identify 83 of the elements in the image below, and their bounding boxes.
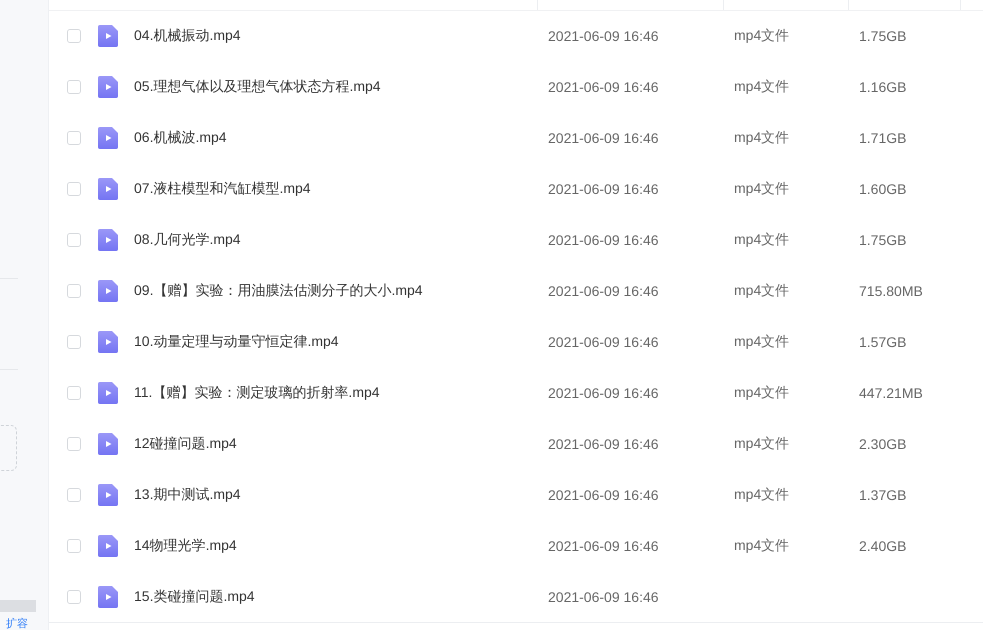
file-type: mp4文件 — [733, 486, 790, 504]
file-size: 1.75GB — [858, 28, 906, 44]
file-size: 1.57GB — [858, 334, 906, 350]
file-type: mp4文件 — [733, 537, 790, 555]
file-row[interactable]: 13.期中测试.mp4 2021-06-09 16:46 mp4文件 1.37GB — [49, 470, 983, 521]
file-type: mp4文件 — [733, 180, 790, 198]
video-file-icon — [98, 280, 118, 302]
file-type: mp4文件 — [733, 435, 790, 453]
modified-time: 2021-06-09 16:46 — [547, 28, 659, 44]
file-name: 11.【赠】实验：测定玻璃的折射率.mp4 — [134, 384, 380, 402]
file-name: 15.类碰撞问题.mp4 — [134, 588, 255, 606]
file-row[interactable]: 09.【赠】实验：用油膜法估测分子的大小.mp4 2021-06-09 16:46 mp4文件 715.80MB — [49, 266, 983, 317]
checkbox[interactable] — [67, 80, 81, 94]
checkbox[interactable] — [67, 182, 81, 196]
file-size: 715.80MB — [858, 283, 923, 299]
expand-link[interactable]: 扩容 — [0, 618, 48, 630]
video-file-icon — [98, 127, 118, 149]
file-name: 12碰撞问题.mp4 — [134, 435, 237, 453]
file-name: 10.动量定理与动量守恒定律.mp4 — [134, 333, 339, 351]
video-file-icon — [98, 76, 118, 98]
video-file-icon — [98, 433, 118, 455]
file-size: 447.21MB — [858, 385, 923, 401]
modified-time: 2021-06-09 16:46 — [547, 79, 659, 95]
file-name: 07.液柱模型和汽缸模型.mp4 — [134, 180, 311, 198]
checkbox[interactable] — [67, 233, 81, 247]
modified-time: 2021-06-09 16:46 — [547, 334, 659, 350]
file-row[interactable]: 10.动量定理与动量守恒定律.mp4 2021-06-09 16:46 mp4文件 1.57GB — [49, 317, 983, 368]
file-row[interactable]: 06.机械波.mp4 2021-06-09 16:46 mp4文件 1.71GB — [49, 113, 983, 164]
modified-time: 2021-06-09 16:46 — [547, 538, 659, 554]
video-file-icon — [98, 25, 118, 47]
video-file-icon — [98, 484, 118, 506]
modified-time: 2021-06-09 16:46 — [547, 130, 659, 146]
modified-time: 2021-06-09 16:46 — [547, 232, 659, 248]
checkbox[interactable] — [67, 539, 81, 553]
checkbox[interactable] — [67, 335, 81, 349]
file-name: 14物理光学.mp4 — [134, 537, 237, 555]
file-name: 13.期中测试.mp4 — [134, 486, 241, 504]
file-name: 09.【赠】实验：用油膜法估测分子的大小.mp4 — [134, 282, 423, 300]
file-type: mp4文件 — [733, 384, 790, 402]
checkbox[interactable] — [67, 29, 81, 43]
checkbox[interactable] — [67, 488, 81, 502]
file-row[interactable]: 11.【赠】实验：测定玻璃的折射率.mp4 2021-06-09 16:46 mp4文件 447.21MB — [49, 368, 983, 419]
video-file-icon — [98, 535, 118, 557]
file-size: 1.16GB — [858, 79, 906, 95]
file-size: 1.71GB — [858, 130, 906, 146]
checkbox[interactable] — [67, 437, 81, 451]
file-row[interactable]: 14物理光学.mp4 2021-06-09 16:46 mp4文件 2.40GB — [49, 521, 983, 572]
file-row[interactable]: 08.几何光学.mp4 2021-06-09 16:46 mp4文件 1.75GB — [49, 215, 983, 266]
video-file-icon — [98, 586, 118, 608]
file-name: 05.理想气体以及理想气体状态方程.mp4 — [134, 78, 381, 96]
checkbox[interactable] — [67, 590, 81, 604]
file-type: mp4文件 — [733, 282, 790, 300]
modified-time: 2021-06-09 16:46 — [547, 181, 659, 197]
modified-time: 2021-06-09 16:46 — [547, 283, 659, 299]
file-row[interactable]: 04.机械振动.mp4 2021-06-09 16:46 mp4文件 1.75GB — [49, 11, 983, 62]
video-file-icon — [98, 229, 118, 251]
video-file-icon — [98, 331, 118, 353]
file-row[interactable]: 05.理想气体以及理想气体状态方程.mp4 2021-06-09 16:46 mp4文件 1.16GB — [49, 62, 983, 113]
checkbox[interactable] — [67, 386, 81, 400]
checkbox[interactable] — [67, 131, 81, 145]
file-name: 04.机械振动.mp4 — [134, 27, 241, 45]
file-size: 1.60GB — [858, 181, 906, 197]
checkbox[interactable] — [67, 284, 81, 298]
file-row[interactable]: 07.液柱模型和汽缸模型.mp4 2021-06-09 16:46 mp4文件 1.60GB — [49, 164, 983, 215]
file-type: mp4文件 — [733, 129, 790, 147]
storage-bar — [0, 600, 36, 612]
file-type: mp4文件 — [733, 231, 790, 249]
file-name: 08.几何光学.mp4 — [134, 231, 241, 249]
file-type: mp4文件 — [733, 78, 790, 96]
file-size: 2.30GB — [858, 436, 906, 452]
video-file-icon — [98, 178, 118, 200]
modified-time: 2021-06-09 16:46 — [547, 385, 659, 401]
file-row[interactable]: 12碰撞问题.mp4 2021-06-09 16:46 mp4文件 2.30GB — [49, 419, 983, 470]
file-type: mp4文件 — [733, 333, 790, 351]
file-size: 1.37GB — [858, 487, 906, 503]
modified-time: 2021-06-09 16:46 — [547, 436, 659, 452]
file-type: mp4文件 — [733, 27, 790, 45]
modified-time: 2021-06-09 16:46 — [547, 589, 659, 605]
file-size: 2.40GB — [858, 538, 906, 554]
modified-time: 2021-06-09 16:46 — [547, 487, 659, 503]
file-size: 1.75GB — [858, 232, 906, 248]
video-file-icon — [98, 382, 118, 404]
file-name: 06.机械波.mp4 — [134, 129, 227, 147]
